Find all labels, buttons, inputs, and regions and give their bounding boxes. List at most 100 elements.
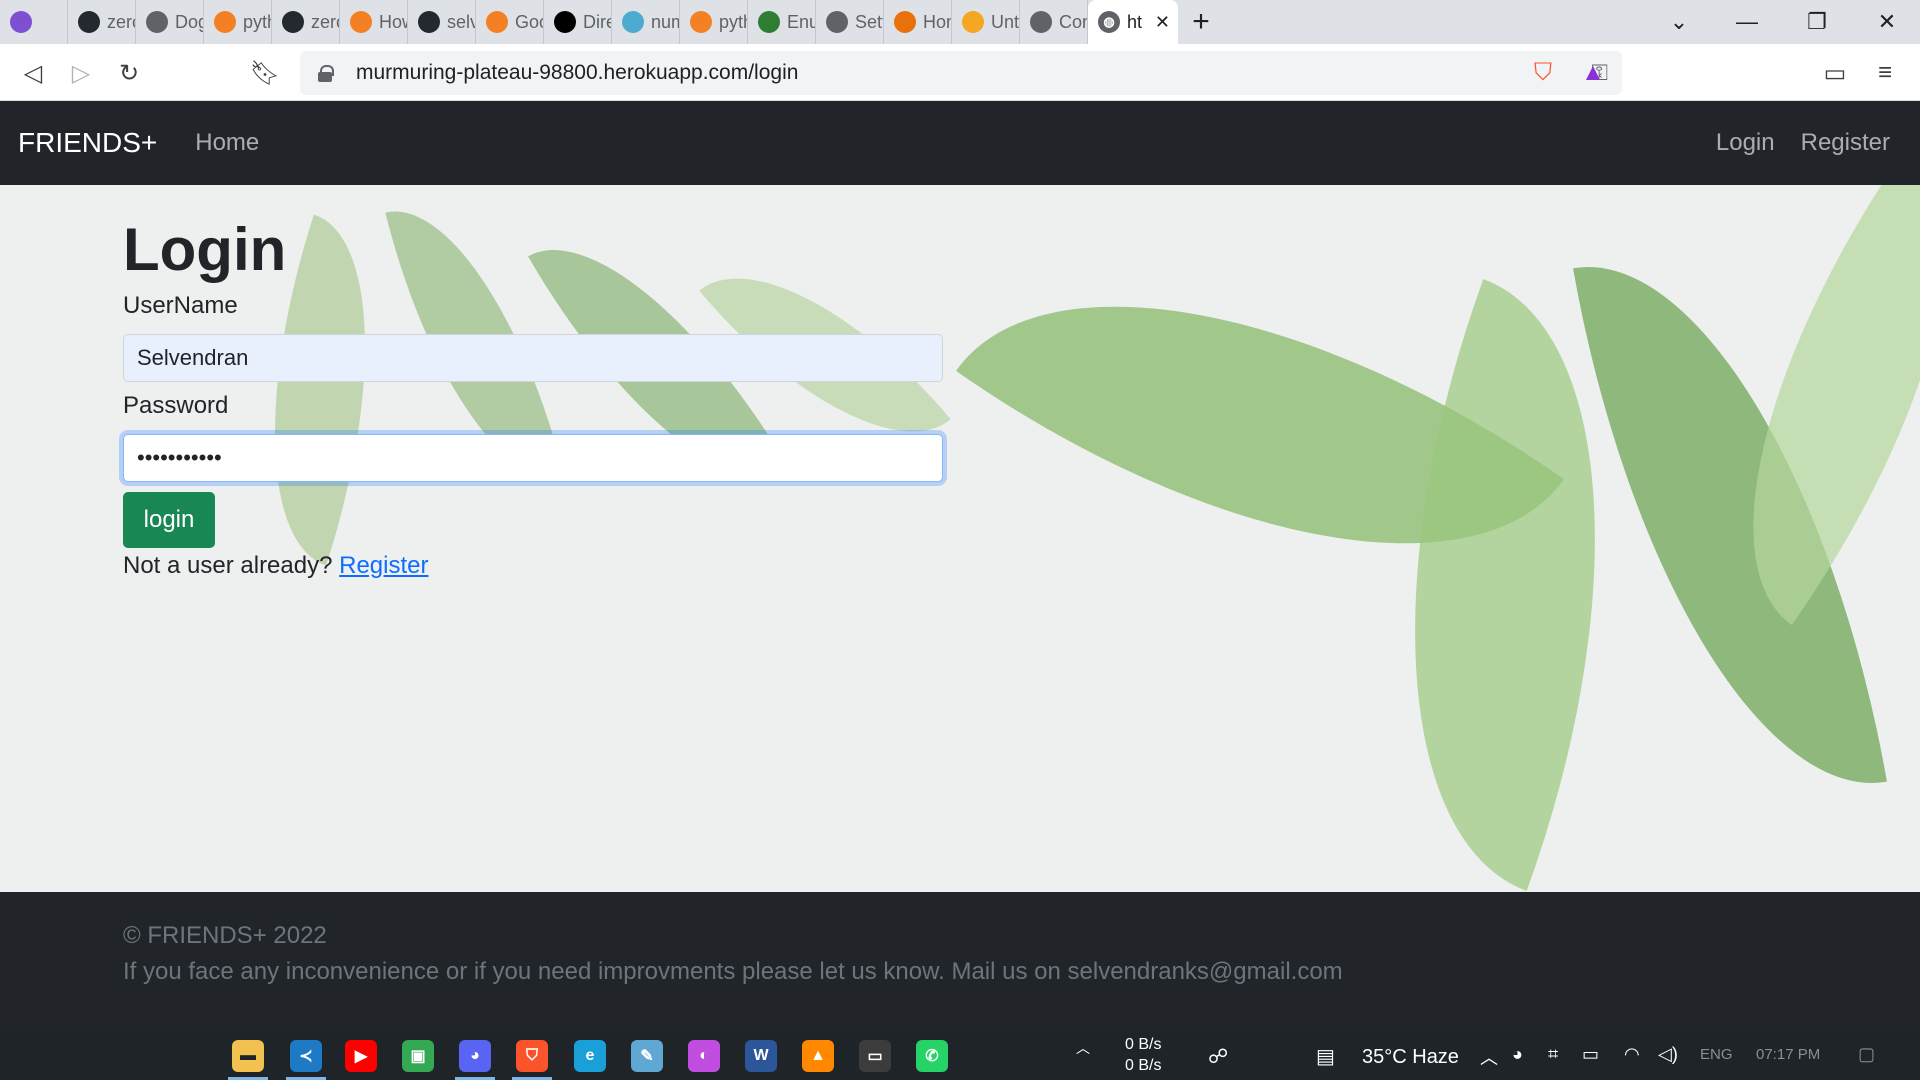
password-input[interactable] [123, 434, 943, 482]
tab-8[interactable]: Direc [544, 0, 612, 44]
tab-12[interactable]: Settin [816, 0, 884, 44]
url-field[interactable]: murmuring-plateau-98800.herokuapp.com/lo… [300, 51, 1622, 95]
stackoverflow-icon [690, 11, 712, 33]
clock[interactable]: 07:17 PM [1756, 1046, 1820, 1063]
gauge-icon [1030, 11, 1052, 33]
chevron-up-icon[interactable]: ︿ [1076, 1038, 1090, 1058]
gear-icon [826, 11, 848, 33]
stackoverflow-icon [214, 11, 236, 33]
tab-2[interactable]: Dog [136, 0, 204, 44]
camera-icon[interactable]: ⌗ [1548, 1044, 1558, 1065]
register-prompt: Not a user already? Register [123, 552, 943, 580]
browser-tab-bar: zero Dog pyth zero How selve Goog Direc nump pyth… [0, 0, 1920, 44]
tab-5[interactable]: How [340, 0, 408, 44]
nav-home-link[interactable]: Home [195, 129, 259, 157]
tab-15[interactable]: Cont [1020, 0, 1088, 44]
address-bar: ◁ ▷ ↻ 🔖︎ murmuring-plateau-98800.herokua… [0, 44, 1920, 101]
wallet-icon[interactable]: ▭ [1816, 54, 1854, 92]
tab-11[interactable]: Enum [748, 0, 816, 44]
tab-1[interactable]: zero [68, 0, 136, 44]
password-label: Password [123, 392, 229, 419]
tab-10[interactable]: pytho [680, 0, 748, 44]
forward-icon[interactable]: ▷ [62, 54, 100, 92]
paint-icon[interactable]: ◐ [688, 1040, 720, 1072]
discord-icon[interactable]: ◕ [459, 1040, 491, 1072]
tab-14[interactable]: Untitl [952, 0, 1020, 44]
web-page: FRIENDS+ Home Login Register Login UserN… [0, 101, 1920, 1032]
volume-icon[interactable]: ◁) [1658, 1044, 1678, 1065]
wifi-icon[interactable]: ◠ [1624, 1044, 1640, 1065]
stackoverflow-icon [350, 11, 372, 33]
word-icon[interactable]: W [745, 1040, 777, 1072]
close-icon[interactable]: ✕ [1155, 12, 1170, 33]
whatsapp-icon[interactable]: ✆ [916, 1040, 948, 1072]
brand-link[interactable]: FRIENDS+ [18, 127, 157, 159]
username-label: UserName [123, 292, 238, 319]
tab-7[interactable]: Goog [476, 0, 544, 44]
tab-6[interactable]: selve [408, 0, 476, 44]
login-button[interactable]: login [123, 492, 215, 548]
reload-icon[interactable]: ↻ [110, 54, 148, 92]
tab-label: selve [447, 11, 475, 32]
tab-label: Untitl [991, 11, 1019, 32]
register-link[interactable]: Register [339, 552, 428, 579]
tab-label: Dog [175, 11, 203, 32]
restore-icon[interactable]: ❐ [1788, 0, 1846, 44]
nav-login-link[interactable]: Login [1716, 129, 1775, 157]
brave-rewards-icon[interactable]: ▲ [1574, 54, 1612, 92]
battery-icon[interactable]: ▭ [1582, 1044, 1599, 1065]
discord-tray-icon[interactable]: ◕ [1512, 1044, 1523, 1065]
notification-icon[interactable]: ▢ [1858, 1044, 1875, 1065]
tray-expand-icon[interactable]: ︿ [1480, 1044, 1498, 1070]
globe-icon: ◍ [1098, 11, 1120, 33]
tab-3[interactable]: pyth [204, 0, 272, 44]
infinity-icon [758, 11, 780, 33]
vscode-icon[interactable]: ≺ [290, 1040, 322, 1072]
tab-label: Direc [583, 11, 611, 32]
tab-active[interactable]: ◍ ht ✕ [1088, 0, 1178, 44]
url-text: murmuring-plateau-98800.herokuapp.com/lo… [356, 61, 799, 84]
brave-shield-icon[interactable]: ⛉ [1524, 54, 1562, 92]
lock-icon[interactable] [318, 65, 334, 82]
weather-text[interactable]: 35°C Haze [1362, 1046, 1459, 1069]
username-input[interactable] [123, 334, 943, 382]
stackoverflow-icon [486, 11, 508, 33]
weather-icon[interactable]: ▤ [1316, 1044, 1335, 1069]
tab-label: Settin [855, 11, 883, 32]
notebook-icon [962, 11, 984, 33]
tab-9[interactable]: nump [612, 0, 680, 44]
language-indicator[interactable]: ENG [1700, 1046, 1733, 1063]
edge-icon[interactable]: e [574, 1040, 606, 1072]
file-explorer-icon[interactable]: ▬ [232, 1040, 264, 1072]
tab-label: zero [107, 11, 135, 32]
nav-register-link[interactable]: Register [1801, 129, 1890, 157]
login-form: Login UserName Password login Not a user… [123, 215, 943, 580]
taskbar: ▬ ≺ ▶ ▣ ◕ ⛉ e ✎ ◐ W ▲ ▭ ✆ ︿ 0 B/s 0 B/s … [0, 1032, 1920, 1080]
menu-icon[interactable]: ≡ [1866, 54, 1904, 92]
vlc-icon[interactable]: ▲ [802, 1040, 834, 1072]
tab-label: pyth [243, 11, 271, 32]
tab-13[interactable]: Hom [884, 0, 952, 44]
youtube-icon[interactable]: ▶ [345, 1040, 377, 1072]
close-window-icon[interactable]: ✕ [1858, 0, 1916, 44]
back-icon[interactable]: ◁ [14, 54, 52, 92]
tab-4[interactable]: zero [272, 0, 340, 44]
terminal-icon[interactable]: ▭ [859, 1040, 891, 1072]
tab-label: pytho [719, 11, 747, 32]
github-icon [282, 11, 304, 33]
classroom-icon[interactable]: ▣ [402, 1040, 434, 1072]
bookmark-icon[interactable]: 🔖︎ [246, 54, 284, 92]
net-up-speed: 0 B/s [1125, 1036, 1162, 1053]
minimize-icon[interactable]: — [1718, 0, 1776, 44]
site-footer: © FRIENDS+ 2022 If you face any inconven… [0, 892, 1920, 1032]
new-tab-button[interactable]: + [1178, 0, 1224, 44]
notes-icon[interactable]: ✎ [631, 1040, 663, 1072]
tab-search-icon[interactable]: ⌄ [1650, 0, 1708, 44]
brave-icon[interactable]: ⛉ [516, 1040, 548, 1072]
tab-label: Enum [787, 11, 815, 32]
hero-background: Login UserName Password login Not a user… [0, 185, 1920, 892]
site-navbar: FRIENDS+ Home Login Register [0, 101, 1920, 185]
tab-label: Hom [923, 11, 951, 32]
tab-0[interactable] [0, 0, 68, 44]
people-icon[interactable]: ☍ [1208, 1044, 1228, 1069]
